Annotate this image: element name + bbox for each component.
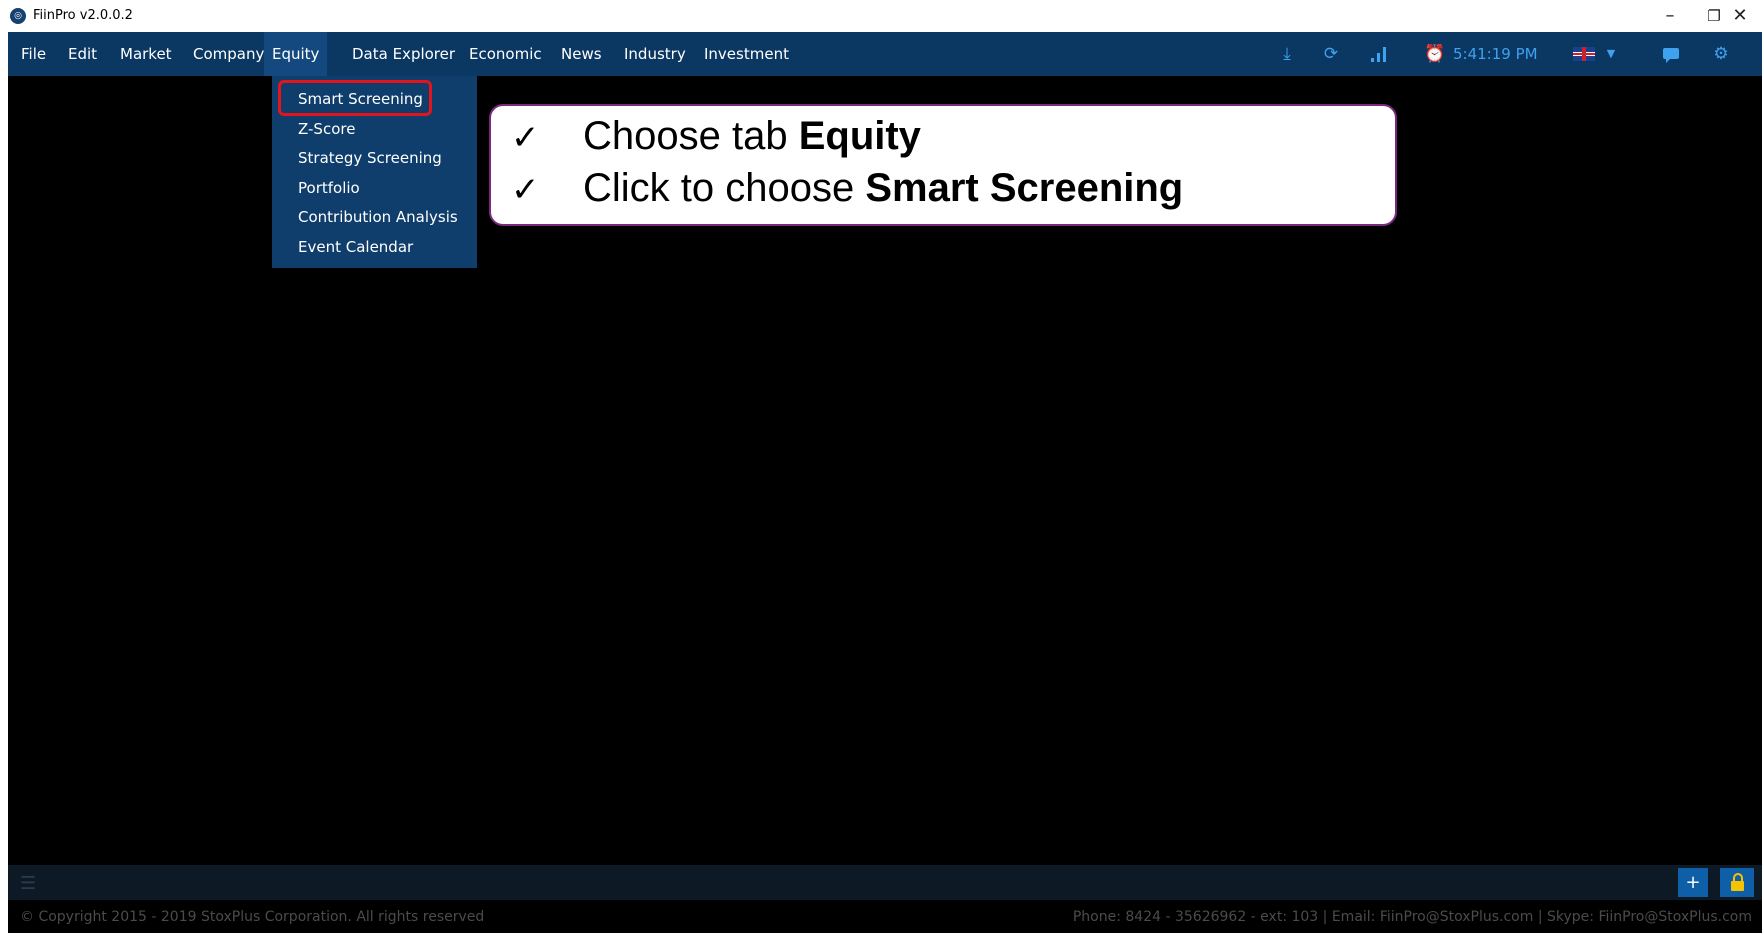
equity-label: Equity — [798, 114, 921, 158]
checkmark-icon: ✓ — [511, 170, 540, 210]
uk-flag-icon[interactable] — [1573, 47, 1595, 61]
status-footer: © Copyright 2015 - 2019 StoxPlus Corpora… — [8, 900, 1762, 933]
refresh-icon[interactable]: ⟳ — [1320, 43, 1342, 65]
menu-company[interactable]: Company — [193, 32, 264, 76]
close-button[interactable]: ✕ — [1718, 0, 1762, 32]
instruction-step-1: ✓ Choose tab Equity — [511, 114, 921, 158]
smart-screening-highlight — [278, 80, 432, 116]
menu-equity[interactable]: Equity — [264, 32, 328, 76]
instruction-step-2: ✓ Click to choose Smart Screening — [511, 166, 1184, 210]
app-logo-icon: ◎ — [10, 8, 26, 24]
contact-info: Phone: 8424 - 35626962 - ext: 103 | Emai… — [1072, 909, 1752, 925]
menu-bar: File Edit Market Company Equity Data Exp… — [8, 32, 1762, 76]
menu-icon[interactable]: ☰ — [20, 873, 36, 894]
window-title: FiinPro v2.0.0.2 — [33, 8, 133, 23]
chat-icon[interactable] — [1660, 43, 1682, 65]
menu-market[interactable]: Market — [120, 32, 172, 76]
menu-industry[interactable]: Industry — [624, 32, 686, 76]
menu-item-z-score[interactable]: Z-Score — [298, 120, 355, 138]
bottom-tab-bar: ☰ + — [8, 865, 1762, 900]
chevron-down-icon[interactable]: ▼ — [1600, 43, 1622, 65]
signal-icon — [1368, 43, 1390, 65]
menu-item-portfolio[interactable]: Portfolio — [298, 179, 360, 197]
menu-item-strategy-screening[interactable]: Strategy Screening — [298, 149, 442, 167]
menu-file[interactable]: File — [21, 32, 46, 76]
title-bar: ◎ FiinPro v2.0.0.2 – ❐ ✕ — [0, 0, 1762, 32]
instruction-callout: ✓ Choose tab Equity ✓ Click to choose Smar… — [489, 104, 1397, 226]
menu-item-contribution-analysis[interactable]: Contribution Analysis — [298, 208, 458, 226]
menu-economic[interactable]: Economic — [469, 32, 542, 76]
download-icon[interactable]: ⤓ — [1276, 43, 1298, 65]
menu-news[interactable]: News — [561, 32, 602, 76]
lock-button[interactable] — [1720, 868, 1754, 897]
menu-data-explorer[interactable]: Data Explorer — [352, 32, 455, 76]
clock-time: 5:41:19 PM — [1453, 45, 1538, 63]
menu-edit[interactable]: Edit — [68, 32, 97, 76]
checkmark-icon: ✓ — [511, 118, 540, 158]
gear-icon[interactable]: ⚙ — [1710, 43, 1732, 65]
add-tab-button[interactable]: + — [1678, 868, 1708, 897]
minimize-button[interactable]: – — [1648, 0, 1692, 32]
smart-screening-label: Smart Screening — [865, 166, 1184, 210]
copyright-text: © Copyright 2015 - 2019 StoxPlus Corpora… — [20, 909, 485, 925]
menu-investment[interactable]: Investment — [704, 32, 789, 76]
alarm-clock-icon: ⏰ — [1424, 44, 1446, 64]
menu-item-event-calendar[interactable]: Event Calendar — [298, 238, 413, 256]
